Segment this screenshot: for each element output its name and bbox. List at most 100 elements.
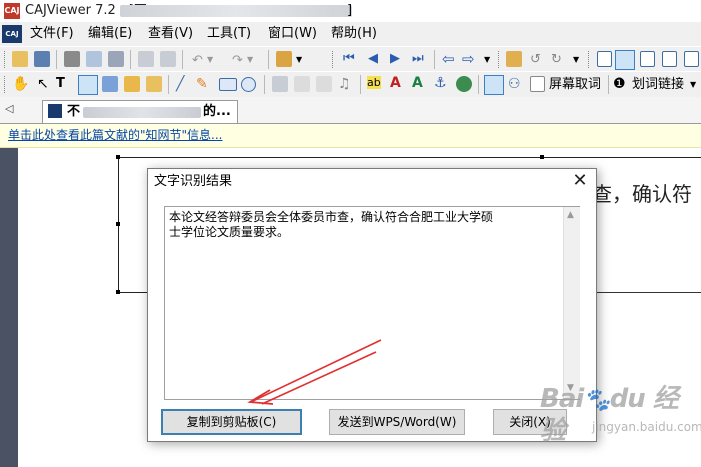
tab-label: 不 <box>67 104 81 119</box>
cover-page-icon[interactable] <box>684 51 699 67</box>
copy-icon[interactable] <box>138 51 154 67</box>
word-link-label[interactable]: 划词链接 <box>632 77 684 93</box>
knowledge-map-icon[interactable] <box>294 76 310 92</box>
strikethrough-icon[interactable]: A <box>390 75 401 91</box>
annotation-mode-icon[interactable] <box>484 75 504 95</box>
ocr-select-icon[interactable] <box>78 75 98 95</box>
select-arrow-icon[interactable]: ↖ <box>37 76 49 92</box>
tab-document[interactable]: 不 的... <box>42 100 238 123</box>
paste-icon[interactable] <box>160 51 176 67</box>
first-page-icon[interactable]: ⏮ <box>343 51 355 66</box>
anchor-icon[interactable]: ⚓ <box>434 75 447 91</box>
continuous-page-icon[interactable] <box>615 50 635 70</box>
continuous-facing-icon[interactable] <box>662 51 677 67</box>
print-preview-icon[interactable] <box>86 51 102 67</box>
facing-pages-icon[interactable] <box>640 51 655 67</box>
toolbar-standard: ↶ ▼ ↷ ▼ ▼ ⏮ ◀ ▶ ⏭ ⇦ ⇨ ▼ ↺ ↻ ▼ <box>0 46 701 74</box>
toolbar-separator <box>478 75 479 94</box>
rotate-right-icon[interactable]: ↻ <box>551 52 562 67</box>
image-select-icon[interactable] <box>102 76 118 92</box>
menu-edit[interactable]: 编辑(E) <box>88 26 132 42</box>
selection-handle[interactable] <box>116 222 120 226</box>
zoom-search-icon[interactable] <box>506 51 522 67</box>
redo-dropdown-icon[interactable]: ▼ <box>247 55 253 64</box>
word-link-dropdown-icon[interactable]: ▼ <box>690 80 696 89</box>
underline-icon[interactable]: A <box>412 75 423 91</box>
open-folder-icon[interactable] <box>12 51 28 67</box>
print-icon[interactable] <box>64 51 80 67</box>
menu-bar: CAJ 文件(F) 编辑(E) 查看(V) 工具(T) 窗口(W) 帮助(H) <box>0 22 701 46</box>
text-select-icon[interactable]: T <box>56 76 65 91</box>
screen-lookup-label[interactable]: 屏幕取词 <box>549 77 601 93</box>
watermark-logo: Bai🐾du 经验 <box>540 384 679 446</box>
caj-logo-icon[interactable]: CAJ <box>2 25 22 43</box>
next-page-icon[interactable]: ▶ <box>390 51 400 66</box>
single-page-icon[interactable] <box>597 51 612 67</box>
cnki-info-bar: 单击此处查看此篇文献的"知网节"信息... <box>0 124 701 148</box>
toolbar-separator <box>182 50 183 69</box>
note-icon[interactable] <box>146 76 162 92</box>
globe-icon[interactable] <box>456 76 472 92</box>
undo-icon[interactable]: ↶ <box>192 53 203 68</box>
ellipse-icon[interactable] <box>241 77 256 92</box>
menu-window[interactable]: 窗口(W) <box>268 26 317 42</box>
save-icon[interactable] <box>34 51 50 67</box>
toolbar-grip[interactable] <box>588 51 592 68</box>
undo-dropdown-icon[interactable]: ▼ <box>207 55 213 64</box>
email-icon[interactable] <box>108 51 124 67</box>
selection-handle[interactable] <box>116 290 120 294</box>
baidu-jingyan-watermark: Bai🐾du 经验 jingyan.baidu.com <box>540 384 701 446</box>
pen-icon[interactable]: ╱ <box>176 76 184 92</box>
scroll-up-icon[interactable]: ▲ <box>567 210 574 220</box>
hand-tool-icon[interactable]: ✋ <box>12 76 29 92</box>
title-bar: CAJ CAJViewer 7.2 - [不 ] <box>0 0 701 23</box>
word-link-icon[interactable]: ❶ <box>613 76 626 92</box>
close-icon[interactable]: ✕ <box>570 171 590 191</box>
send-to-wps-word-button[interactable]: 发送到WPS/Word(W) <box>329 409 465 435</box>
ocr-result-text[interactable]: 本论文经答辩委员会全体委员市查，确认符合合肥工业大学硕 士学位论文质量要求。 <box>169 210 549 240</box>
toolbar-grip[interactable] <box>4 51 8 68</box>
toolbar-separator <box>360 75 361 94</box>
toolbar-grip[interactable] <box>4 76 8 93</box>
screen-lookup-icon[interactable] <box>530 76 545 92</box>
properties-icon[interactable] <box>276 51 292 67</box>
navigation-rail[interactable] <box>0 148 18 467</box>
toolbar-separator <box>130 50 131 69</box>
properties-dropdown-icon[interactable]: ▼ <box>296 55 302 64</box>
eraser-icon[interactable] <box>272 76 288 92</box>
menu-tools[interactable]: 工具(T) <box>207 26 251 42</box>
vertical-scrollbar[interactable]: ▲ ▼ <box>563 207 580 399</box>
toolbar-separator <box>56 50 57 69</box>
share-icon[interactable]: ⚇ <box>508 76 521 92</box>
menu-help[interactable]: 帮助(H) <box>331 26 377 42</box>
audio-icon[interactable]: ♫ <box>338 76 351 92</box>
last-page-icon[interactable]: ⏭ <box>412 51 424 66</box>
back-icon[interactable]: ⇦ <box>442 50 455 68</box>
document-tab-strip: ◁ 不 的... <box>0 97 701 124</box>
highlighter-icon[interactable]: ✎ <box>196 76 208 92</box>
rotate-left-icon[interactable]: ↺ <box>530 52 541 67</box>
menu-view[interactable]: 查看(V) <box>148 26 193 42</box>
toolbar-separator <box>168 75 169 94</box>
dialog-title: 文字识别结果 <box>154 174 233 189</box>
redo-icon[interactable]: ↷ <box>232 53 243 68</box>
selection-handle[interactable] <box>540 155 544 159</box>
toolbar-grip[interactable] <box>332 51 336 68</box>
link-icon[interactable] <box>316 76 332 92</box>
forward-icon[interactable]: ⇨ <box>462 50 475 68</box>
zoom-dropdown-icon[interactable]: ▼ <box>573 55 579 64</box>
previous-page-icon[interactable]: ◀ <box>368 51 378 66</box>
cnki-node-link[interactable]: 单击此处查看此篇文献的"知网节"信息... <box>8 128 222 143</box>
app-icon: CAJ <box>4 3 20 19</box>
rectangle-icon[interactable] <box>219 78 237 91</box>
copy-to-clipboard-button[interactable]: 复制到剪贴板(C) <box>161 409 302 435</box>
selection-handle[interactable] <box>116 155 120 159</box>
tab-scroll-left-icon[interactable]: ◁ <box>5 102 13 115</box>
snapshot-icon[interactable] <box>124 76 140 92</box>
navigation-dropdown-icon[interactable]: ▼ <box>484 55 490 64</box>
toolbar-grip[interactable] <box>498 51 502 68</box>
document-text-line: 查，确认符 <box>592 182 692 206</box>
text-highlight-icon[interactable]: ab <box>367 76 381 89</box>
menu-file[interactable]: 文件(F) <box>30 26 74 42</box>
ocr-result-textarea[interactable]: 本论文经答辩委员会全体委员市查，确认符合合肥工业大学硕 士学位论文质量要求。 ▲… <box>164 206 580 400</box>
